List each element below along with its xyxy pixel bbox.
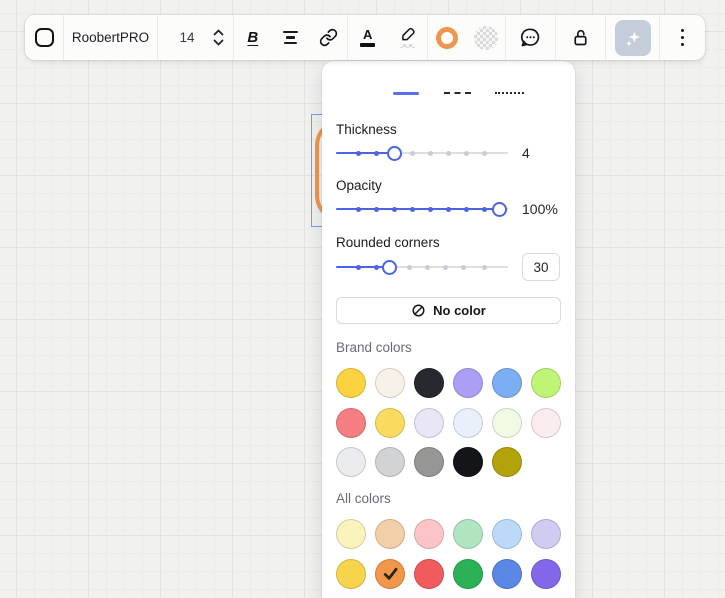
color-swatch[interactable] [414,447,444,477]
opacity-row: 100% [336,201,561,217]
color-swatch[interactable] [336,447,366,477]
color-swatch[interactable] [531,559,561,589]
rounded-corners-handle[interactable] [382,260,397,275]
rounded-corners-input[interactable] [522,253,560,281]
transparent-fill-icon [474,26,498,50]
swatch-row [336,559,561,589]
color-swatch[interactable] [453,447,483,477]
text-color-icon: A [360,28,375,46]
color-swatch[interactable] [414,408,444,438]
no-color-icon [411,303,426,318]
opacity-handle[interactable] [492,202,507,217]
highlight-button[interactable] [388,15,428,60]
line-style-dashed[interactable] [438,83,478,103]
color-swatch[interactable] [492,368,522,398]
border-color-button[interactable] [428,15,467,60]
more-options-button[interactable] [659,15,705,60]
color-swatch[interactable] [336,559,366,589]
highlighter-icon [399,27,416,48]
link-button[interactable] [309,15,347,60]
all-colors-grid [336,519,561,589]
rounded-corners-slider[interactable] [336,259,508,275]
shape-picker-button[interactable] [25,15,63,60]
text-format-group: B [233,15,347,60]
thickness-row: 4 [336,145,561,161]
color-swatch[interactable] [492,559,522,589]
color-swatch[interactable] [375,559,405,589]
line-style-selector [345,83,570,103]
brand-colors-grid [336,368,561,477]
fill-color-button[interactable] [467,15,506,60]
font-size-value[interactable]: 14 [169,30,205,45]
color-swatch[interactable] [414,519,444,549]
line-style-solid[interactable] [386,83,426,103]
color-swatch[interactable] [531,408,561,438]
align-center-icon [283,31,298,44]
color-swatch[interactable] [336,408,366,438]
brand-colors-label: Brand colors [336,340,561,355]
rounded-corners-label: Rounded corners [336,236,561,250]
border-color-ring-icon [436,27,458,49]
color-swatch[interactable] [336,368,366,398]
text-color-button[interactable]: A [348,15,388,60]
all-colors-label: All colors [336,491,561,506]
color-swatch[interactable] [336,519,366,549]
thickness-slider[interactable] [336,145,508,161]
color-swatch[interactable] [453,559,483,589]
kebab-menu-icon [681,29,685,47]
color-swatch[interactable] [414,559,444,589]
color-swatch[interactable] [453,519,483,549]
font-size-control: 14 [157,15,233,60]
color-swatch[interactable] [375,368,405,398]
line-style-dotted[interactable] [490,83,530,103]
color-swatch[interactable] [492,447,522,477]
font-size-stepper [213,29,224,46]
thickness-handle[interactable] [387,146,402,161]
opacity-value: 100% [522,201,558,217]
link-icon [319,28,338,47]
rounded-square-icon [35,28,54,47]
color-swatch[interactable] [375,447,405,477]
color-swatch[interactable] [492,408,522,438]
font-family-button[interactable]: RoobertPRO [63,15,157,60]
color-swatch[interactable] [492,519,522,549]
check-icon [377,561,403,587]
comment-bubble-icon [519,26,542,49]
color-swatch[interactable] [453,408,483,438]
color-swatch[interactable] [531,368,561,398]
no-color-label: No color [433,303,486,318]
color-swatch[interactable] [414,368,444,398]
bold-icon: B [247,29,258,46]
sparkle-icon [622,27,644,49]
color-swatch[interactable] [375,408,405,438]
shape-style-panel: Thickness 4 Opacity [322,61,575,598]
shape-color-group [427,15,505,60]
no-color-button[interactable]: No color [336,297,561,324]
bold-button[interactable]: B [234,15,272,60]
comment-button[interactable] [505,15,555,60]
color-swatch[interactable] [531,519,561,549]
format-toolbar: RoobertPRO 14 B [25,15,705,60]
text-color-group: A [347,15,427,60]
rounded-corners-row [336,253,561,281]
swatch-row [336,368,561,398]
magic-tools-cell [605,15,659,60]
color-swatch[interactable] [453,368,483,398]
swatch-row [336,519,561,549]
lock-button[interactable] [555,15,605,60]
thickness-label: Thickness [336,123,561,137]
unlock-icon [570,27,591,48]
sparkle-button[interactable] [615,20,651,56]
opacity-slider[interactable] [336,201,508,217]
thickness-value: 4 [522,145,530,161]
text-align-button[interactable] [272,15,310,60]
opacity-label: Opacity [336,179,561,193]
chevron-up-icon[interactable] [213,29,224,36]
chevron-down-icon[interactable] [213,39,224,46]
font-family-label: RoobertPRO [72,30,149,45]
color-swatch[interactable] [375,519,405,549]
swatch-row [336,447,561,477]
swatch-row [336,408,561,438]
